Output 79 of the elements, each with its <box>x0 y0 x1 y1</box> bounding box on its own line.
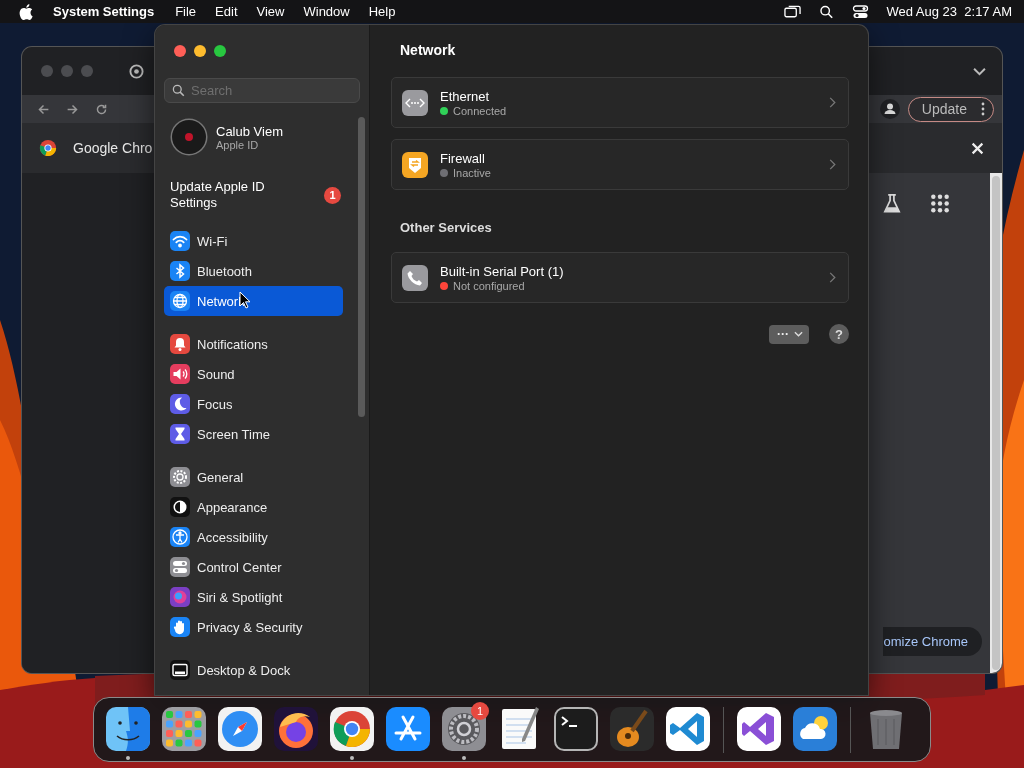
apple-logo-icon[interactable] <box>19 3 33 20</box>
scrollbar[interactable] <box>358 117 365 417</box>
face-icon[interactable] <box>104 705 152 753</box>
menu-item[interactable]: File <box>175 4 197 19</box>
more-button[interactable]: ··· <box>769 324 809 344</box>
menu-item[interactable]: View <box>256 4 285 19</box>
chevron-right-icon <box>829 159 836 170</box>
sidebar-item[interactable]: Appearance <box>164 492 343 522</box>
code-editor-icon[interactable] <box>664 705 712 753</box>
fox-globe-icon[interactable] <box>272 705 320 753</box>
service-name: Firewall <box>440 150 486 166</box>
profile-icon[interactable] <box>879 99 900 119</box>
account-name[interactable]: Calub Viem <box>216 123 283 139</box>
browser-logo-icon <box>39 139 57 157</box>
update-notice[interactable]: Update Apple ID Settings <box>170 179 295 211</box>
sidebar-item[interactable]: Control Center <box>164 552 343 582</box>
account-subtitle: Apple ID <box>216 138 260 151</box>
screen-mirroring-icon[interactable] <box>784 4 802 19</box>
sidebar-item[interactable]: Screen Time <box>164 419 343 449</box>
page-title: Network <box>400 42 457 60</box>
sidebar-item[interactable]: Bluetooth <box>164 256 343 286</box>
apps-grid-icon[interactable] <box>930 193 950 214</box>
chevron-right-icon <box>829 272 836 283</box>
customize-button[interactable]: omize Chrome <box>883 627 982 656</box>
sidebar-item[interactable]: Focus <box>164 389 343 419</box>
guitar-icon[interactable] <box>608 705 656 753</box>
clock[interactable]: Wed Aug 23 2:17 AM <box>886 4 1012 19</box>
avatar[interactable] <box>170 118 208 156</box>
sidebar-item[interactable]: Siri & Spotlight <box>164 582 343 612</box>
service-name: Built-in Serial Port (1) <box>440 263 565 279</box>
control-center-icon[interactable] <box>852 4 870 19</box>
service-row[interactable]: Firewall Inactive <box>391 139 849 190</box>
compass-icon[interactable] <box>216 705 264 753</box>
menu-item[interactable]: Help <box>368 4 396 19</box>
settings-icon[interactable] <box>440 705 488 753</box>
section-heading: Other Services <box>400 220 493 235</box>
ethernet-icon <box>402 89 428 116</box>
help-button[interactable]: ? <box>829 324 849 344</box>
sidebar-item[interactable]: Accessibility <box>164 522 343 552</box>
notification-badge: 1 <box>471 702 489 720</box>
sidebar-item[interactable]: Wi-Fi <box>164 226 343 256</box>
back-icon[interactable] <box>37 102 50 116</box>
caret-icon <box>794 331 803 337</box>
more-icon <box>981 102 985 116</box>
terminal-icon[interactable] <box>552 705 600 753</box>
browser-icon[interactable] <box>328 705 376 753</box>
sidebar-item[interactable]: Notifications <box>164 329 343 359</box>
banner-text: Google Chro <box>73 140 153 156</box>
sidebar-item[interactable]: Sound <box>164 359 343 389</box>
sidebar-item[interactable]: Desktop & Dock <box>164 655 343 685</box>
notification-badge: 1 <box>324 186 341 204</box>
zoom-button[interactable] <box>214 45 226 57</box>
reload-icon[interactable] <box>95 102 108 116</box>
sidebar-item[interactable]: Privacy & Security <box>164 612 343 642</box>
close-icon[interactable] <box>971 141 984 155</box>
minimize-button[interactable] <box>194 45 206 57</box>
service-name: Ethernet <box>440 88 491 104</box>
app-grid-icon[interactable] <box>160 705 208 753</box>
search-icon <box>172 84 185 97</box>
chevron-right-icon <box>829 97 836 108</box>
update-button[interactable]: Update <box>907 96 994 122</box>
tab-favicon-icon[interactable] <box>129 63 144 79</box>
menu-item[interactable]: Edit <box>215 4 238 19</box>
shield-icon <box>402 151 428 178</box>
ide-icon[interactable] <box>735 705 783 753</box>
app-store-icon[interactable] <box>384 705 432 753</box>
app-name[interactable]: System Settings <box>53 4 155 19</box>
service-status: Inactive <box>453 166 491 179</box>
weather-icon[interactable] <box>791 705 839 753</box>
service-row[interactable]: Built-in Serial Port (1) Not configured <box>391 252 849 303</box>
flask-icon[interactable] <box>882 193 902 214</box>
forward-icon[interactable] <box>66 102 79 116</box>
sidebar-item[interactable]: General <box>164 462 343 492</box>
close-button[interactable] <box>174 45 186 57</box>
service-status: Connected <box>453 104 507 117</box>
service-row[interactable]: Ethernet Connected <box>391 77 849 128</box>
menu-item[interactable]: Window <box>303 4 350 19</box>
service-status: Not configured <box>453 279 525 292</box>
phone-icon <box>402 264 428 291</box>
